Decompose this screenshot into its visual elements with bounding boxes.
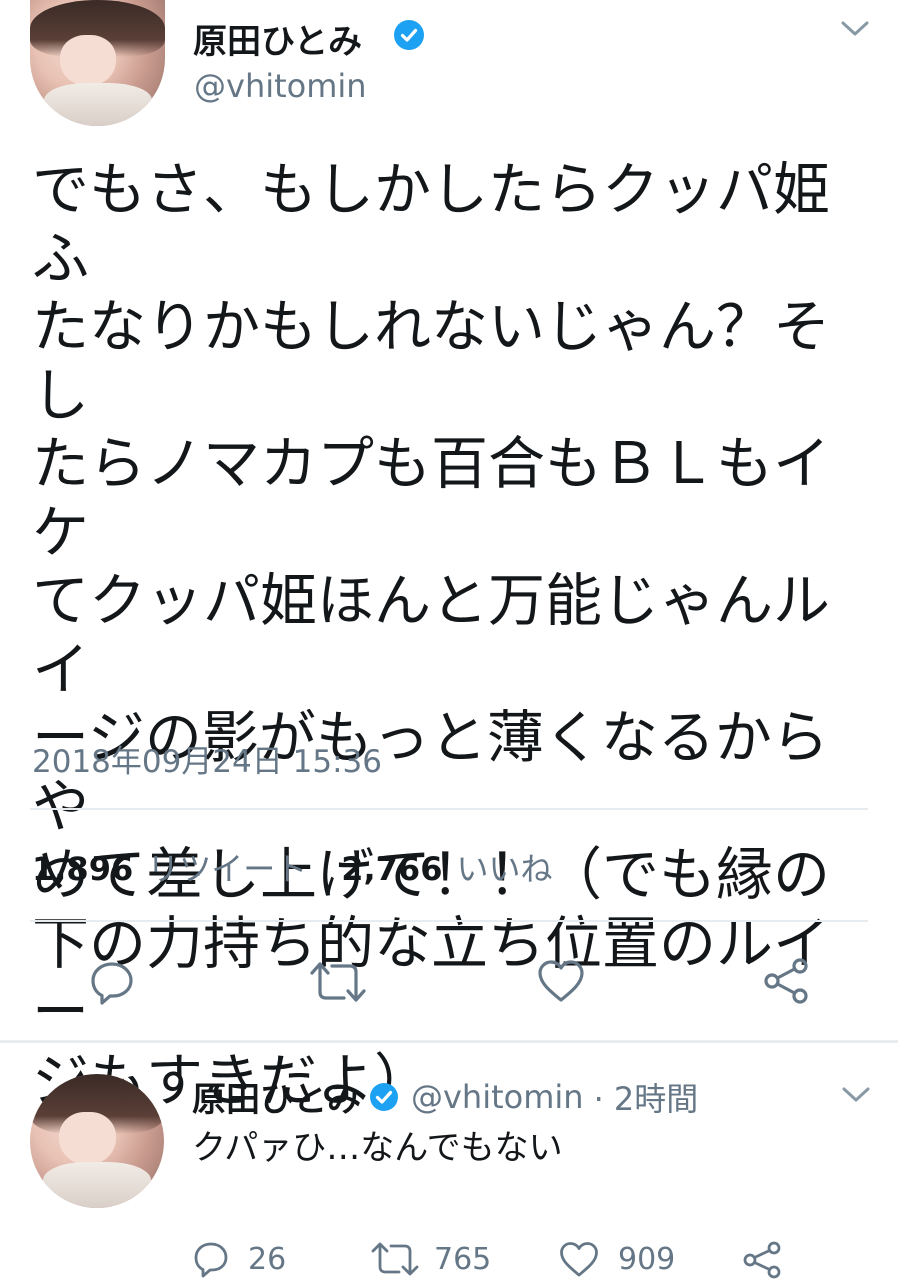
like-count: 909 — [618, 1241, 676, 1277]
author-handle[interactable]: @vhitomin — [194, 67, 367, 105]
reply-author-avatar[interactable] — [30, 1074, 164, 1208]
reply-retweet-action[interactable]: 765 — [370, 1240, 491, 1278]
reply-reply-action[interactable]: 26 — [192, 1240, 286, 1278]
share-icon[interactable] — [762, 957, 810, 1005]
divider — [30, 808, 868, 810]
verified-badge-icon — [369, 1082, 399, 1112]
retweet-count: 765 — [434, 1241, 492, 1277]
author-avatar[interactable] — [30, 0, 165, 126]
reply-icon[interactable] — [192, 1240, 230, 1278]
reply-icon[interactable] — [88, 958, 136, 1006]
verified-badge-icon — [394, 20, 424, 50]
retweet-icon[interactable] — [308, 960, 368, 1004]
like-label[interactable]: いいね — [456, 844, 552, 890]
reply-count: 26 — [248, 1241, 287, 1277]
author-name[interactable]: 原田ひとみ — [193, 14, 362, 63]
retweet-icon[interactable] — [370, 1240, 420, 1278]
reply-text: クパァひ…なんでもない — [192, 1128, 563, 1168]
divider — [30, 920, 868, 922]
tweet-text-line: たなりかもしれないじゃん？そし — [32, 294, 830, 429]
tweet-text-line: 下の力持ち的な立ち位置のルイー — [32, 910, 830, 1046]
section-divider — [0, 1040, 898, 1043]
tweet-text-line: たらノマカプも百合もＢＬもイケ — [32, 431, 830, 566]
tweet-menu-chevron-down-icon[interactable] — [838, 18, 872, 40]
retweet-count[interactable]: 1,896 — [32, 850, 133, 888]
reply-like-action[interactable]: 909 — [558, 1240, 675, 1278]
share-icon[interactable] — [742, 1240, 782, 1280]
retweet-label[interactable]: リツイート — [147, 844, 307, 890]
tweet-stats: 1,896 リツイート 2,766 いいね — [32, 844, 552, 888]
reply-header: 原田ひとみ @vhitomin · 2時間 — [192, 1072, 698, 1121]
like-icon[interactable] — [536, 958, 586, 1004]
reply-menu-chevron-down-icon[interactable] — [840, 1084, 872, 1106]
tweet-text: でもさ、もしかしたらクッパ姫ふ たなりかもしれないじゃん？そし たらノマカプも百… — [32, 156, 882, 1115]
tweet-text-line: でもさ、もしかしたらクッパ姫ふ — [32, 157, 830, 292]
reply-time[interactable]: · 2時間 — [594, 1074, 699, 1120]
tweet-text-line: てクッパ姫ほんと万能じゃんルイ — [32, 568, 830, 703]
reply-author-handle[interactable]: @vhitomin — [411, 1078, 584, 1116]
reply-author-name[interactable]: 原田ひとみ — [192, 1072, 361, 1121]
like-icon[interactable] — [558, 1240, 600, 1278]
tweet-timestamp[interactable]: 2018年09月24日 15:36 — [32, 736, 382, 781]
like-count[interactable]: 2,766 — [341, 850, 442, 888]
